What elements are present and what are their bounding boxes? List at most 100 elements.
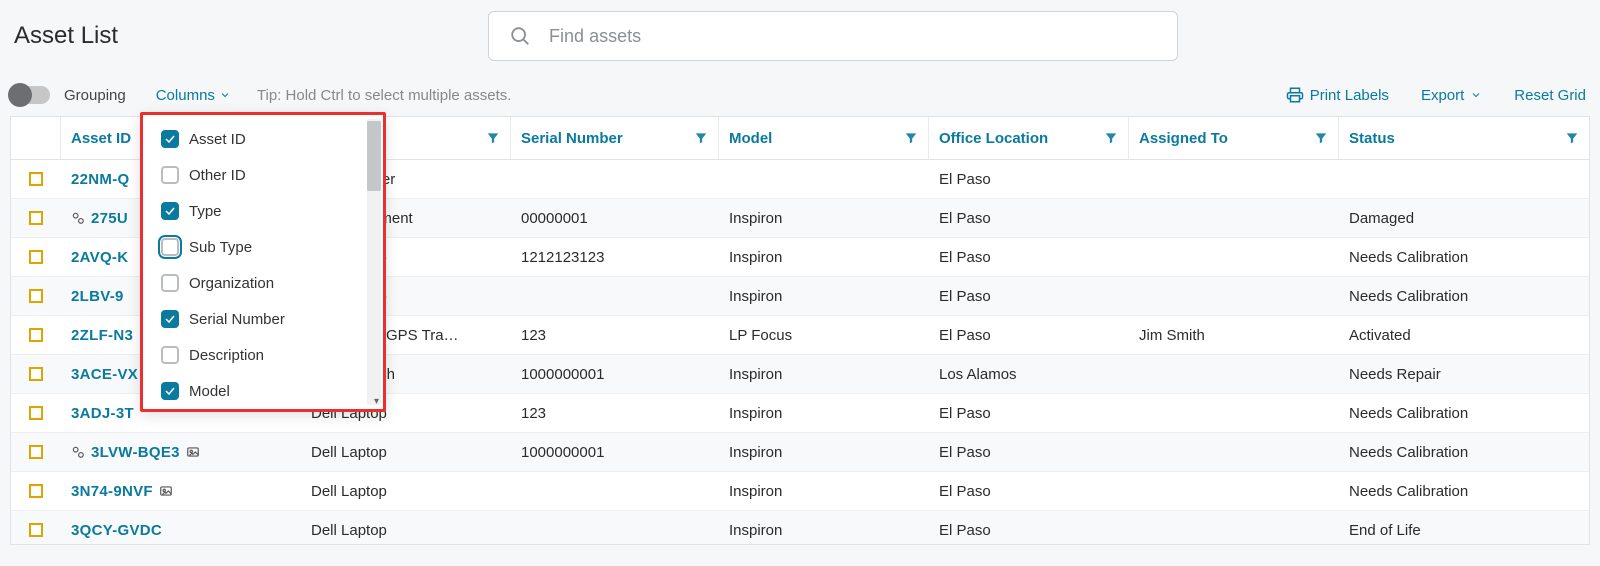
row-select[interactable] — [11, 172, 61, 186]
checkbox[interactable] — [161, 166, 179, 184]
export-label: Export — [1421, 87, 1464, 104]
asset-id-link[interactable]: 3N74-9NVF — [71, 483, 153, 500]
checkbox[interactable] — [161, 202, 179, 220]
checkbox-icon[interactable] — [29, 445, 43, 459]
cell-serial: 1000000001 — [511, 366, 719, 383]
header-location[interactable]: Office Location — [929, 117, 1129, 159]
cell-location: El Paso — [929, 522, 1129, 539]
checkbox[interactable] — [161, 274, 179, 292]
checkbox-icon[interactable] — [29, 406, 43, 420]
header-status[interactable]: Status — [1339, 117, 1589, 159]
cell-location: El Paso — [929, 327, 1129, 344]
row-select[interactable] — [11, 289, 61, 303]
checkbox[interactable] — [161, 346, 179, 364]
checkbox-icon[interactable] — [29, 484, 43, 498]
asset-id-link[interactable]: 2AVQ-K — [71, 249, 128, 266]
grouping-toggle[interactable] — [14, 86, 50, 104]
checkbox[interactable] — [161, 382, 179, 400]
row-select[interactable] — [11, 211, 61, 225]
checkbox-icon[interactable] — [29, 289, 43, 303]
filter-icon[interactable] — [1565, 131, 1579, 145]
checkbox-icon[interactable] — [29, 367, 43, 381]
cell-type: Dell Laptop — [301, 444, 511, 461]
header-location-label: Office Location — [939, 130, 1048, 147]
asset-id-link[interactable]: 22NM-Q — [71, 171, 129, 188]
table-row[interactable]: 3LVW-BQE3Dell Laptop1000000001InspironEl… — [11, 433, 1589, 472]
checkbox-icon[interactable] — [29, 250, 43, 264]
header-status-label: Status — [1349, 130, 1395, 147]
cell-status: Needs Repair — [1339, 366, 1589, 383]
columns-dropdown[interactable]: Asset IDOther IDTypeSub TypeOrganization… — [140, 112, 386, 412]
asset-id-link[interactable]: 3ACE-VX — [71, 366, 138, 383]
filter-icon[interactable] — [1314, 131, 1328, 145]
asset-id-link[interactable]: 3LVW-BQE3 — [91, 444, 180, 461]
asset-id-link[interactable]: 3QCY-GVDC — [71, 522, 162, 539]
header-assigned[interactable]: Assigned To — [1129, 117, 1339, 159]
filter-icon[interactable] — [1104, 131, 1118, 145]
table-row[interactable]: 3QCY-GVDCDell LaptopInspironEl PasoEnd o… — [11, 511, 1589, 544]
columns-dropdown-item-label: Description — [189, 347, 264, 364]
row-select[interactable] — [11, 367, 61, 381]
checkbox-icon[interactable] — [29, 523, 43, 537]
header-model-label: Model — [729, 130, 772, 147]
asset-id-link[interactable]: 275U — [91, 210, 128, 227]
cell-model: Inspiron — [719, 522, 929, 539]
cell-serial: 00000001 — [511, 210, 719, 227]
header-serial-label: Serial Number — [521, 130, 623, 147]
asset-id-link[interactable]: 2LBV-9 — [71, 288, 124, 305]
filter-icon[interactable] — [486, 131, 500, 145]
row-select[interactable] — [11, 328, 61, 342]
checkbox-icon[interactable] — [29, 172, 43, 186]
cell-location: El Paso — [929, 249, 1129, 266]
grouping-label: Grouping — [64, 87, 126, 104]
asset-id-link[interactable]: 2ZLF-N3 — [71, 327, 133, 344]
asset-id-link[interactable]: 3ADJ-3T — [71, 405, 134, 422]
print-labels-button[interactable]: Print Labels — [1286, 86, 1389, 104]
row-select[interactable] — [11, 406, 61, 420]
cell-status: Needs Calibration — [1339, 405, 1589, 422]
columns-dropdown-item[interactable]: Other ID — [143, 157, 383, 193]
cell-asset-id: 3N74-9NVF — [61, 483, 301, 500]
cell-serial: 123 — [511, 327, 719, 344]
columns-dropdown-item[interactable]: Model — [143, 373, 383, 409]
reset-grid-button[interactable]: Reset Grid — [1514, 87, 1586, 104]
columns-dropdown-item[interactable]: Description — [143, 337, 383, 373]
cell-status: Activated — [1339, 327, 1589, 344]
dropdown-scrollbar[interactable] — [367, 119, 381, 405]
columns-dropdown-item[interactable]: Sub Type — [143, 229, 383, 265]
search-box[interactable] — [488, 11, 1178, 61]
search-icon — [509, 25, 531, 47]
checkbox[interactable] — [161, 310, 179, 328]
cell-model: Inspiron — [719, 249, 929, 266]
checkbox-icon[interactable] — [29, 328, 43, 342]
cell-asset-id: 3QCY-GVDC — [61, 522, 301, 539]
row-select[interactable] — [11, 445, 61, 459]
columns-dropdown-item[interactable]: Type — [143, 193, 383, 229]
checkbox[interactable] — [161, 130, 179, 148]
cell-model: Inspiron — [719, 366, 929, 383]
row-select[interactable] — [11, 523, 61, 537]
row-select[interactable] — [11, 250, 61, 264]
dropdown-scrollbar-thumb[interactable] — [367, 121, 381, 191]
table-row[interactable]: 3N74-9NVFDell LaptopInspironEl PasoNeeds… — [11, 472, 1589, 511]
checkbox-icon[interactable] — [29, 211, 43, 225]
cell-type: Dell Laptop — [301, 522, 511, 539]
header-model[interactable]: Model — [719, 117, 929, 159]
row-select[interactable] — [11, 484, 61, 498]
cell-model: Inspiron — [719, 483, 929, 500]
header-serial[interactable]: Serial Number — [511, 117, 719, 159]
columns-dropdown-item[interactable]: Organization — [143, 265, 383, 301]
checkbox[interactable] — [161, 238, 179, 256]
filter-icon[interactable] — [904, 131, 918, 145]
columns-dropdown-item-label: Serial Number — [189, 311, 285, 328]
cell-model: Inspiron — [719, 405, 929, 422]
columns-dropdown-trigger[interactable]: Columns — [156, 87, 231, 104]
search-input[interactable] — [547, 25, 1157, 48]
filter-icon[interactable] — [694, 131, 708, 145]
columns-dropdown-item[interactable]: Asset ID — [143, 121, 383, 157]
cell-location: El Paso — [929, 210, 1129, 227]
columns-dropdown-item[interactable]: Serial Number — [143, 301, 383, 337]
export-button[interactable]: Export — [1421, 87, 1482, 104]
header-asset-id-label: Asset ID — [71, 130, 131, 147]
cell-status: Damaged — [1339, 210, 1589, 227]
